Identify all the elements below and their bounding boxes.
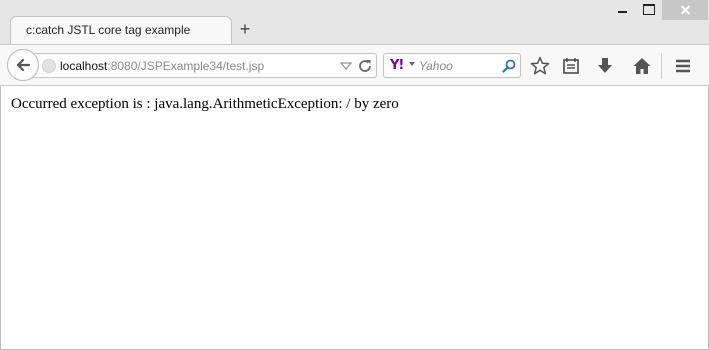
reload-icon[interactable] [357,58,373,74]
dropdown-icon[interactable] [340,60,352,72]
url-path: :8080/JSPExample34/test.jsp [107,59,265,73]
toolbar-separator [661,53,662,79]
globe-icon [42,59,56,73]
navigation-toolbar: localhost:8080/JSPExample34/test.jsp Y! … [0,44,709,86]
star-icon[interactable] [529,55,551,77]
back-button[interactable] [7,49,39,81]
url-text[interactable]: localhost:8080/JSPExample34/test.jsp [60,59,264,73]
menu-icon[interactable] [672,55,694,77]
maximize-icon[interactable] [634,0,662,20]
new-tab-button[interactable]: + [236,19,254,39]
engine-dropdown-icon[interactable] [409,62,415,66]
search-input[interactable]: Yahoo [419,59,453,73]
plus-icon: + [239,19,251,39]
url-host: localhost [60,59,108,73]
tab-title: c:catch JSTL core tag example [26,23,191,37]
search-bar[interactable]: Y! Yahoo [383,53,521,78]
search-icon[interactable] [501,58,517,74]
minimize-icon[interactable] [608,0,636,20]
address-bar[interactable]: localhost:8080/JSPExample34/test.jsp [32,53,377,78]
browser-tab[interactable]: c:catch JSTL core tag example [10,16,232,44]
home-icon[interactable] [631,55,653,77]
exception-message: Occurred exception is : java.lang.Arithm… [11,96,399,112]
download-icon[interactable] [594,55,616,77]
close-icon[interactable] [662,0,708,20]
title-bar: c:catch JSTL core tag example + [0,0,709,44]
reading-list-icon[interactable] [560,55,582,77]
search-engine-logo[interactable]: Y! [390,58,404,73]
back-arrow-icon [16,58,31,72]
page-content: Occurred exception is : java.lang.Arithm… [0,86,709,350]
